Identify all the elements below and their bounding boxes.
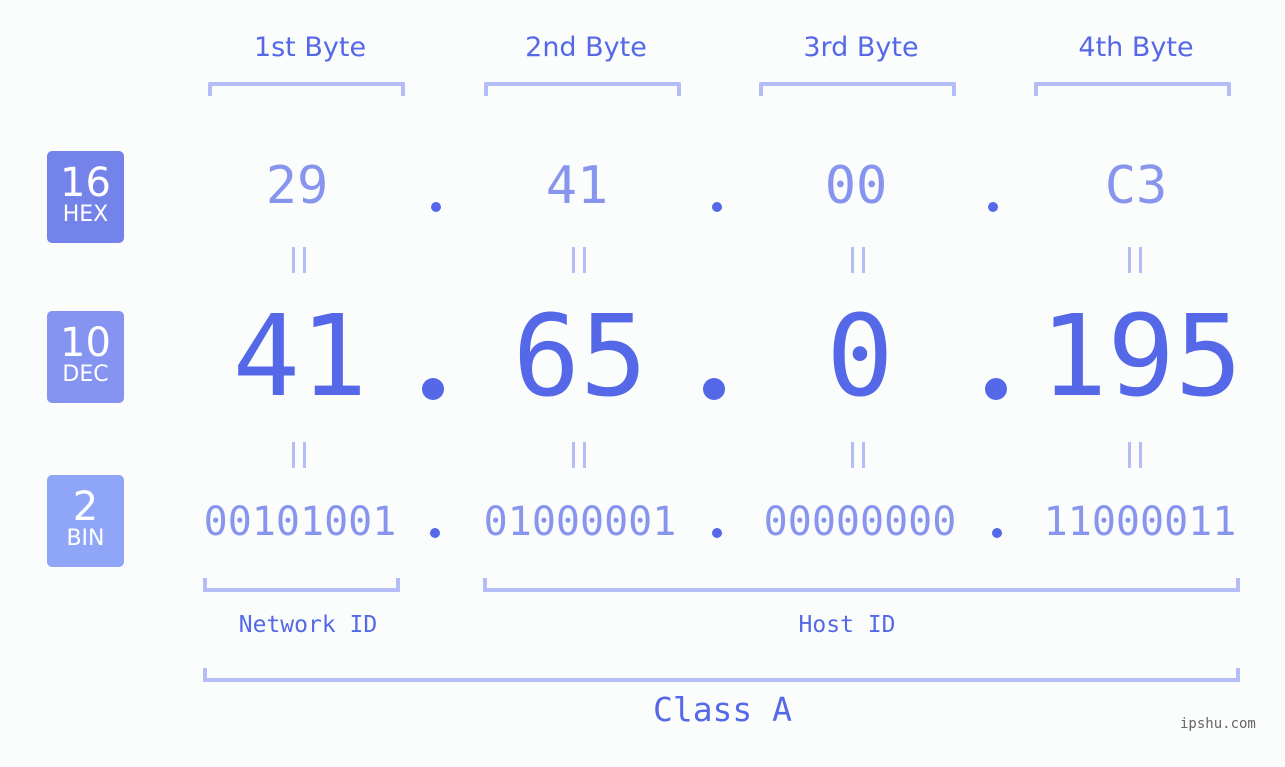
dec-dot-3 bbox=[985, 378, 1007, 400]
dec-badge: 10 DEC bbox=[47, 311, 124, 403]
equals-icon bbox=[572, 442, 588, 468]
equals-icon bbox=[1128, 247, 1144, 273]
bin-octet-1: 00101001 bbox=[203, 499, 397, 545]
hex-badge-label: HEX bbox=[62, 202, 109, 227]
byte-label-2: 2nd Byte bbox=[525, 32, 647, 63]
equals-icon bbox=[292, 442, 308, 468]
bin-octet-2: 01000001 bbox=[483, 499, 677, 545]
equals-icon bbox=[292, 247, 308, 273]
host-id-bracket bbox=[483, 578, 1240, 592]
bin-badge: 2 BIN bbox=[47, 475, 124, 567]
byte-bracket-4 bbox=[1034, 82, 1231, 96]
hex-dot-2 bbox=[712, 202, 722, 212]
dec-octet-4: 195 bbox=[1040, 292, 1243, 422]
hex-octet-4: C3 bbox=[1104, 156, 1168, 216]
bin-dot-2 bbox=[712, 528, 722, 538]
host-id-label: Host ID bbox=[798, 612, 896, 638]
hex-dot-1 bbox=[431, 202, 441, 212]
hex-octet-1: 29 bbox=[265, 156, 329, 216]
dec-octet-1: 41 bbox=[232, 292, 368, 422]
equals-icon bbox=[572, 247, 588, 273]
bin-badge-label: BIN bbox=[66, 526, 105, 551]
class-bracket bbox=[203, 668, 1240, 682]
hex-octet-2: 41 bbox=[545, 156, 609, 216]
bin-dot-3 bbox=[992, 528, 1002, 538]
byte-label-3: 3rd Byte bbox=[803, 32, 919, 63]
byte-bracket-1 bbox=[208, 82, 405, 96]
network-id-label: Network ID bbox=[238, 612, 378, 638]
class-label: Class A bbox=[652, 690, 793, 729]
dec-badge-base: 10 bbox=[60, 320, 111, 366]
dec-octet-3: 0 bbox=[826, 292, 894, 422]
byte-label-4: 4th Byte bbox=[1078, 32, 1194, 63]
hex-dot-3 bbox=[988, 202, 998, 212]
dec-dot-2 bbox=[703, 378, 725, 400]
bin-octet-4: 11000011 bbox=[1043, 499, 1237, 545]
dec-badge-label: DEC bbox=[62, 362, 109, 387]
dec-octet-2: 65 bbox=[512, 292, 648, 422]
hex-badge: 16 HEX bbox=[47, 151, 124, 243]
hex-badge-base: 16 bbox=[60, 160, 111, 206]
byte-bracket-2 bbox=[484, 82, 681, 96]
watermark: ipshu.com bbox=[1180, 716, 1256, 732]
bin-dot-1 bbox=[430, 528, 440, 538]
equals-icon bbox=[851, 442, 867, 468]
bin-badge-base: 2 bbox=[72, 484, 99, 530]
byte-label-1: 1st Byte bbox=[253, 32, 367, 63]
byte-bracket-3 bbox=[759, 82, 956, 96]
network-id-bracket bbox=[203, 578, 400, 592]
bin-octet-3: 00000000 bbox=[763, 499, 957, 545]
hex-octet-3: 00 bbox=[824, 156, 888, 216]
dec-dot-1 bbox=[422, 378, 444, 400]
equals-icon bbox=[1128, 442, 1144, 468]
equals-icon bbox=[851, 247, 867, 273]
